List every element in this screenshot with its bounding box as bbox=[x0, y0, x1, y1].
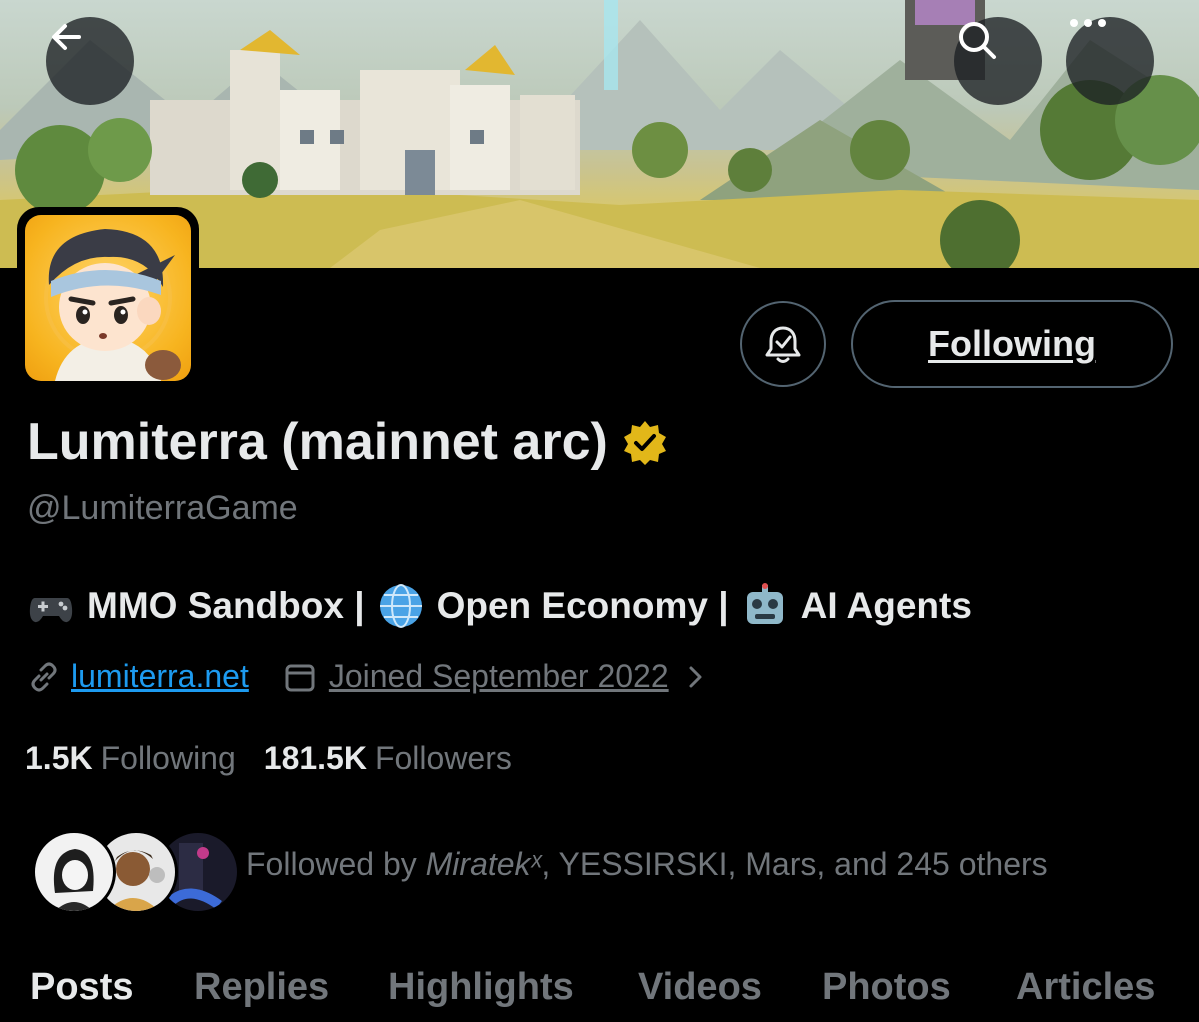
following-button[interactable]: Following bbox=[851, 300, 1173, 388]
calendar-icon bbox=[285, 664, 315, 691]
bio-text-1: MMO Sandbox | bbox=[87, 585, 365, 626]
chevron-right-icon[interactable] bbox=[683, 662, 707, 692]
back-button[interactable] bbox=[46, 17, 134, 105]
more-button[interactable] bbox=[1066, 17, 1154, 105]
tab-posts[interactable]: Posts bbox=[30, 966, 133, 1009]
follow-counts: 1.5K Following 181.5K Followers bbox=[25, 740, 512, 777]
game-controller-icon bbox=[29, 598, 73, 623]
followed-by-rest: , YESSIRSKI, Mars, and 245 others bbox=[541, 846, 1048, 882]
arrow-left-icon bbox=[52, 24, 81, 50]
tab-photos[interactable]: Photos bbox=[822, 966, 951, 1009]
avatar-character-illustration bbox=[44, 229, 181, 381]
tab-replies[interactable]: Replies bbox=[194, 966, 329, 1009]
followers-label: Followers bbox=[374, 740, 512, 776]
followed-by-prefix: Followed by bbox=[246, 846, 426, 882]
profile-tabs: Posts Replies Highlights Videos Photos A… bbox=[0, 966, 1199, 1022]
search-button[interactable] bbox=[954, 17, 1042, 105]
robot-icon bbox=[746, 583, 783, 624]
display-name-row: Lumiterra (mainnet arc) bbox=[27, 412, 668, 472]
notifications-button[interactable] bbox=[740, 301, 826, 387]
verified-badge-icon[interactable] bbox=[622, 419, 668, 465]
profile-handle: @LumiterraGame bbox=[27, 489, 298, 527]
website-link[interactable]: lumiterra.net bbox=[71, 658, 249, 695]
profile-avatar[interactable] bbox=[17, 207, 199, 389]
link-icon bbox=[31, 662, 57, 691]
tab-highlights[interactable]: Highlights bbox=[388, 966, 574, 1009]
tab-articles[interactable]: Articles bbox=[1016, 966, 1155, 1009]
joined-date[interactable]: Joined September 2022 bbox=[329, 658, 669, 695]
following-count: 1.5K bbox=[25, 740, 93, 776]
following-count-link[interactable]: 1.5K Following bbox=[25, 740, 236, 777]
globe-icon bbox=[379, 584, 422, 628]
bio-text-2: Open Economy | bbox=[436, 585, 729, 626]
followed-by-text[interactable]: Followed by Miratekˣ, YESSIRSKI, Mars, a… bbox=[246, 846, 1048, 883]
display-name: Lumiterra (mainnet arc) bbox=[27, 413, 608, 471]
profile-meta: lumiterra.net Joined September 2022 bbox=[27, 658, 707, 695]
following-label: Following bbox=[100, 740, 236, 776]
followers-count: 181.5K bbox=[263, 740, 367, 776]
follower-avatar bbox=[32, 830, 116, 914]
followed-by-avatars[interactable] bbox=[32, 830, 240, 914]
avatar-image bbox=[25, 215, 191, 381]
more-horizontal-icon bbox=[1070, 19, 1106, 27]
followed-by-name: Miratekˣ bbox=[425, 846, 542, 882]
search-icon bbox=[959, 22, 996, 59]
bio-text-3: AI Agents bbox=[800, 585, 972, 626]
tab-videos[interactable]: Videos bbox=[638, 966, 762, 1009]
bell-check-icon bbox=[765, 326, 801, 363]
profile-bio: MMO Sandbox | Open Economy | AI Agents bbox=[27, 582, 984, 630]
followers-count-link[interactable]: 181.5K Followers bbox=[264, 740, 512, 777]
